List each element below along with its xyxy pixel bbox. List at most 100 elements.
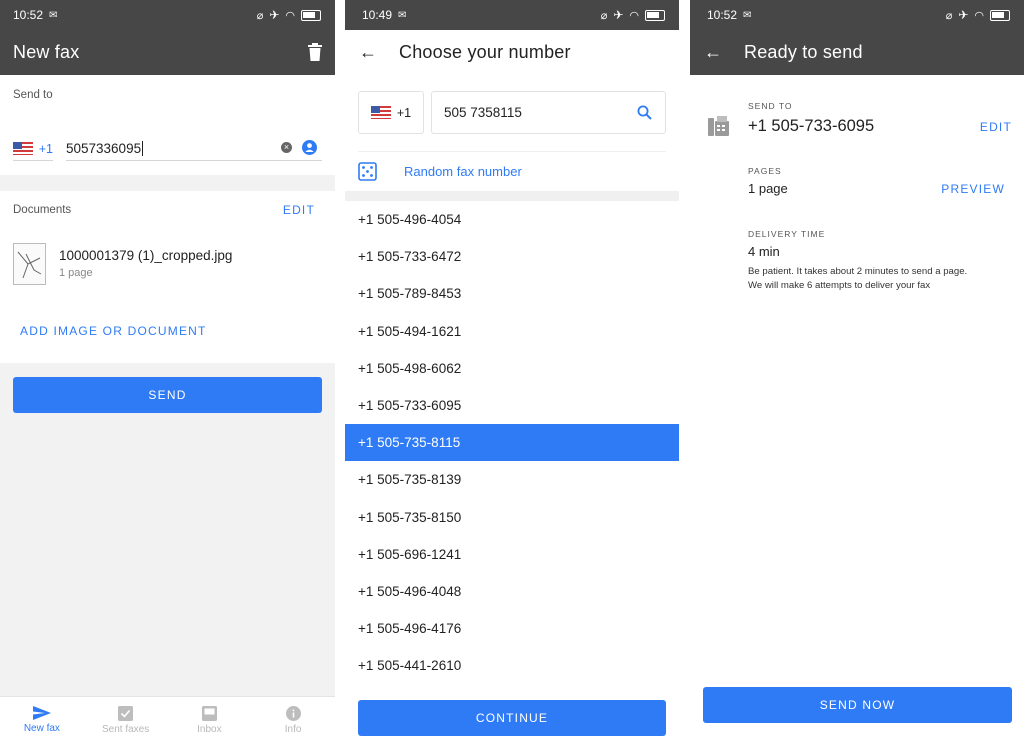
status-bar: 10:52 ✉ ⌀ ✈ ◠ bbox=[690, 0, 1024, 30]
battery-icon bbox=[645, 9, 665, 21]
mail-status-icon: ✉ bbox=[743, 9, 752, 21]
number-option[interactable]: +1 505-496-4054 bbox=[345, 201, 679, 238]
country-picker[interactable]: +1 bbox=[13, 137, 53, 161]
clear-icon[interactable]: × bbox=[281, 142, 292, 153]
inbox-icon bbox=[201, 705, 217, 721]
preview-button[interactable]: PREVIEW bbox=[941, 182, 1005, 196]
page-title: Ready to send bbox=[744, 42, 863, 62]
number-option[interactable]: +1 505-496-4176 bbox=[345, 610, 679, 647]
page-title: New fax bbox=[13, 42, 80, 62]
number-option[interactable]: +1 505-735-8115 bbox=[345, 424, 679, 462]
nav-new-fax-label: New fax bbox=[23, 723, 60, 734]
mail-status-icon: ✉ bbox=[398, 9, 407, 21]
country-code: +1 bbox=[38, 141, 53, 156]
pages-value: 1 page bbox=[748, 181, 788, 196]
number-list: +1 505-496-4054 +1 505-733-6472 +1 505-789… bbox=[345, 201, 679, 684]
status-bar: 10:49 ✉ ⌀ ✈ ◠ bbox=[345, 0, 679, 30]
nav-sent-faxes-label: Sent faxes bbox=[101, 723, 150, 735]
send-to-value: +1 505-733-6095 bbox=[748, 117, 875, 135]
status-bar: 10:52 ✉ ⌀ ✈ ◠ bbox=[0, 0, 335, 30]
documents-label: Documents bbox=[13, 204, 72, 216]
number-option[interactable]: +1 505-494-1621 bbox=[345, 313, 679, 350]
delivery-note-line-1: Be patient. It takes about 2 minutes to … bbox=[748, 266, 968, 277]
text-cursor bbox=[142, 141, 144, 156]
fax-machine-icon bbox=[708, 116, 729, 136]
country-picker[interactable]: +1 bbox=[358, 91, 424, 134]
send-icon bbox=[32, 706, 51, 720]
nav-inbox-label: Inbox bbox=[197, 723, 222, 735]
info-icon bbox=[285, 705, 301, 721]
continue-button[interactable]: CONTINUE bbox=[358, 700, 666, 736]
fax-number-input[interactable]: 5057336095 × bbox=[66, 137, 322, 161]
airplane-icon: ✈ bbox=[269, 8, 280, 22]
app-bar: New fax bbox=[0, 30, 335, 75]
documents-section: Documents EDIT 1000001379 (1)_cropped.jp… bbox=[0, 191, 335, 363]
wifi-icon: ◠ bbox=[629, 9, 639, 22]
wifi-icon: ◠ bbox=[285, 9, 295, 22]
nav-info-label: Info bbox=[284, 723, 302, 735]
trash-icon[interactable] bbox=[308, 43, 322, 61]
number-option[interactable]: +1 505-696-1241 bbox=[345, 536, 679, 573]
bottom-navigation: New fax Sent faxes Inbox Info bbox=[0, 696, 335, 743]
send-to-label: Send to bbox=[13, 89, 53, 101]
nav-info[interactable]: Info bbox=[251, 697, 335, 743]
add-document-button[interactable]: ADD IMAGE OR DOCUMENT bbox=[20, 324, 207, 338]
nav-new-fax[interactable]: New fax bbox=[0, 697, 84, 743]
document-thumbnail bbox=[13, 243, 46, 285]
wifi-icon: ◠ bbox=[974, 9, 984, 22]
number-option[interactable]: +1 505-733-6472 bbox=[345, 238, 679, 275]
number-option[interactable]: +1 505-441-2610 bbox=[345, 647, 679, 684]
app-bar: ← Choose your number bbox=[345, 30, 679, 75]
status-time: 10:49 bbox=[362, 8, 393, 22]
battery-icon bbox=[301, 9, 321, 21]
new-fax-screen: 10:52 ✉ ⌀ ✈ ◠ New fax Send to +1 5057336… bbox=[0, 0, 335, 743]
send-button[interactable]: SEND bbox=[13, 377, 322, 413]
edit-recipient-button[interactable]: EDIT bbox=[980, 120, 1012, 134]
airplane-icon: ✈ bbox=[613, 8, 624, 22]
send-to-label: SEND TO bbox=[748, 101, 793, 111]
delivery-time-value: 4 min bbox=[748, 244, 780, 259]
number-search-input[interactable]: 505 7358115 bbox=[431, 91, 666, 134]
edit-documents-button[interactable]: EDIT bbox=[283, 203, 315, 217]
document-name: 1000001379 (1)_cropped.jpg bbox=[59, 248, 233, 263]
number-option[interactable]: +1 505-498-6062 bbox=[345, 350, 679, 387]
battery-icon bbox=[990, 9, 1010, 21]
us-flag-icon bbox=[13, 142, 33, 155]
search-icon[interactable] bbox=[637, 105, 652, 120]
random-number-label: Random fax number bbox=[404, 164, 522, 179]
number-option[interactable]: +1 505-735-8139 bbox=[345, 461, 679, 498]
app-bar: ← Ready to send bbox=[690, 30, 1024, 75]
fax-number-value: 5057336095 bbox=[66, 141, 142, 156]
nav-sent-faxes[interactable]: Sent faxes bbox=[84, 697, 168, 743]
mail-status-icon: ✉ bbox=[49, 9, 58, 21]
send-now-button[interactable]: SEND NOW bbox=[703, 687, 1012, 723]
back-arrow-icon[interactable]: ← bbox=[704, 42, 722, 63]
number-option[interactable]: +1 505-789-8453 bbox=[345, 275, 679, 312]
number-option[interactable]: +1 505-735-8150 bbox=[345, 499, 679, 536]
search-value: 505 7358115 bbox=[444, 105, 522, 120]
delivery-note-line-2: We will make 6 attempts to deliver your … bbox=[748, 280, 931, 291]
dice-icon bbox=[358, 162, 377, 181]
pages-label: PAGES bbox=[748, 166, 782, 176]
back-arrow-icon[interactable]: ← bbox=[359, 42, 377, 63]
number-option[interactable]: +1 505-733-6095 bbox=[345, 387, 679, 424]
us-flag-icon bbox=[370, 106, 391, 119]
ready-to-send-screen: 10:52 ✉ ⌀ ✈ ◠ ← Ready to send SEND TO +1… bbox=[690, 0, 1024, 743]
document-pages: 1 page bbox=[59, 267, 93, 279]
airplane-icon: ✈ bbox=[958, 8, 969, 22]
alarm-off-icon: ⌀ bbox=[945, 9, 953, 22]
page-title: Choose your number bbox=[399, 42, 571, 62]
country-code: +1 bbox=[396, 105, 412, 120]
number-option[interactable]: +1 505-496-4048 bbox=[345, 573, 679, 610]
status-time: 10:52 bbox=[13, 8, 44, 22]
nav-inbox[interactable]: Inbox bbox=[168, 697, 252, 743]
choose-number-screen: 10:49 ✉ ⌀ ✈ ◠ ← Choose your number +1 50… bbox=[345, 0, 679, 743]
checkbox-icon bbox=[118, 705, 134, 721]
divider bbox=[345, 191, 679, 201]
status-time: 10:52 bbox=[707, 8, 738, 22]
alarm-off-icon: ⌀ bbox=[600, 9, 608, 22]
alarm-off-icon: ⌀ bbox=[256, 9, 264, 22]
send-to-section: Send to +1 5057336095 × bbox=[0, 75, 335, 175]
random-number-button[interactable]: Random fax number bbox=[358, 151, 666, 191]
contact-icon[interactable] bbox=[302, 140, 317, 155]
